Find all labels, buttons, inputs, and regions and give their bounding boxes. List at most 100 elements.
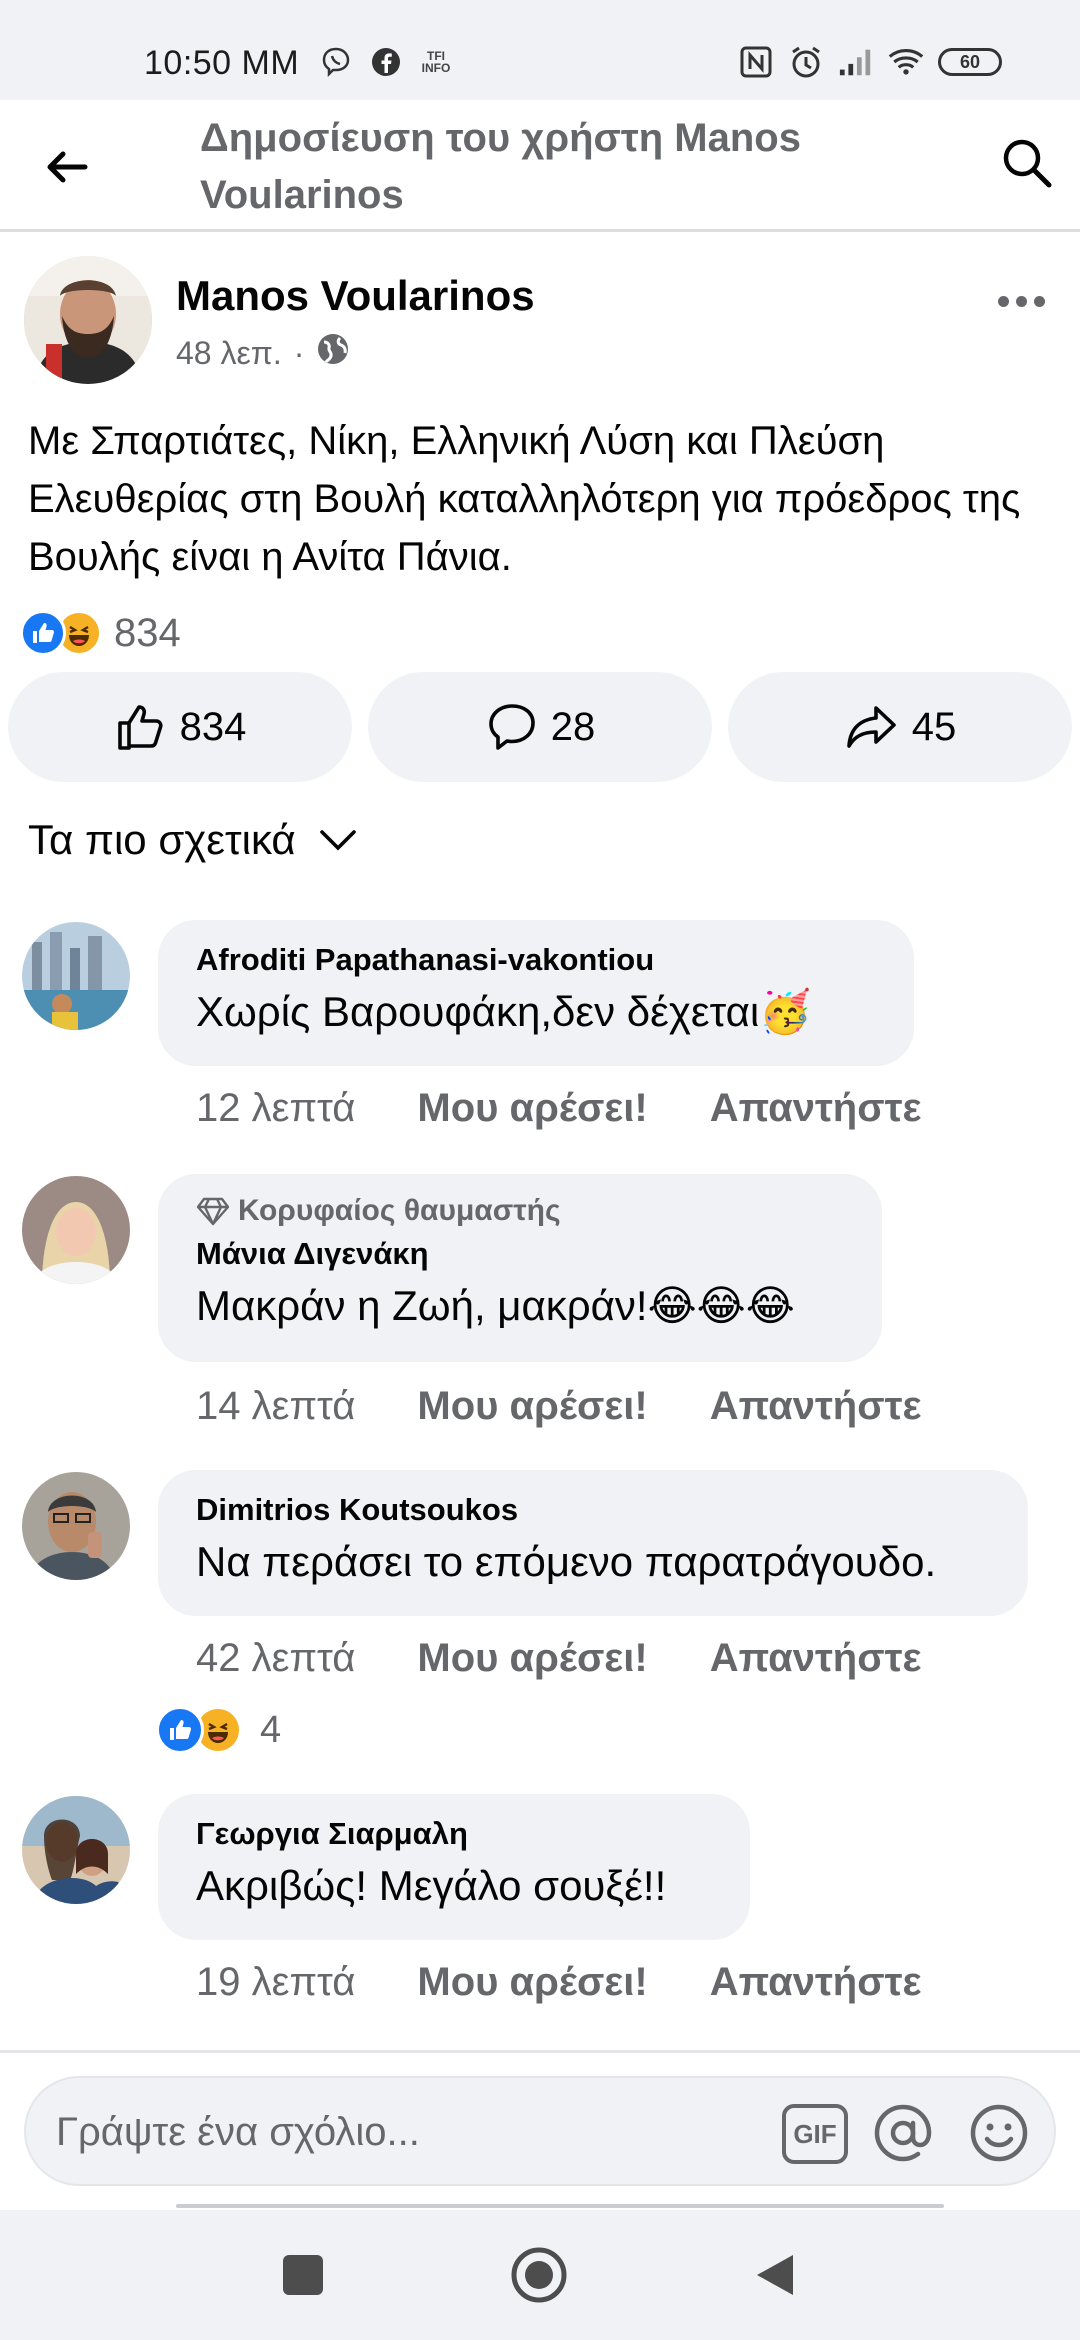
post-meta: 48 λεπ. ·	[176, 332, 350, 374]
post-time: 48 λεπ.	[176, 334, 282, 371]
share-count: 45	[911, 704, 957, 749]
home-circle-icon	[511, 2247, 567, 2303]
triangle-back-icon	[757, 2255, 793, 2295]
comment-icon	[488, 704, 535, 750]
gif-button[interactable]: GIF	[782, 2104, 848, 2164]
dot-icon	[1015, 295, 1027, 307]
like-count: 834	[179, 704, 247, 749]
chevron-down-icon	[319, 830, 356, 851]
page-title: Δημοσίευση του χρήστη Manos Voularinos	[200, 116, 801, 217]
comment-text: Ακριβώς! Μεγάλο σουξέ!!	[196, 1862, 667, 1909]
author-name[interactable]: Manos Voularinos	[176, 272, 535, 320]
smiley-icon	[970, 2104, 1028, 2162]
comment-bubble[interactable]: Κορυφαίος θαυμαστής Μάνια Διγενάκη Μακρά…	[158, 1174, 882, 1362]
tfi-info-icon: TFI INFO	[418, 44, 454, 80]
post-reactions-summary[interactable]: 834	[20, 610, 181, 656]
commenter-avatar[interactable]	[22, 1472, 130, 1580]
comment-actions: 12 λεπτά Μου αρέσει! Απαντήστε	[196, 1086, 921, 1131]
reaction-count: 834	[114, 610, 181, 655]
comment-time: 19 λεπτά	[196, 1960, 356, 2004]
commenter-avatar[interactable]	[22, 1176, 130, 1284]
comment-reply-button[interactable]: Απαντήστε	[710, 1384, 922, 1429]
post-text: Με Σπαρτιάτες, Νίκη, Ελληνική Λύση και Π…	[28, 419, 1021, 579]
commenter-name[interactable]: Afroditi Papathanasi-vakontiou	[196, 940, 876, 980]
comment-bubble[interactable]: Afroditi Papathanasi-vakontiou Χωρίς Βαρ…	[158, 920, 914, 1066]
comment-time: 14 λεπτά	[196, 1384, 356, 1428]
commenter-avatar[interactable]	[22, 1796, 130, 1904]
comment-actions: 19 λεπτά Μου αρέσει! Απαντήστε	[196, 1960, 921, 2005]
nfc-icon	[738, 44, 774, 80]
alarm-icon	[788, 44, 824, 80]
status-time: 10:50 MM	[144, 44, 300, 82]
comment-button[interactable]: 28	[368, 672, 712, 782]
diamond-icon	[196, 1197, 230, 1226]
comment-like-button[interactable]: Μου αρέσει!	[417, 1384, 647, 1429]
comment-like-button[interactable]: Μου αρέσει!	[417, 1960, 647, 2005]
comment-sort-dropdown[interactable]: Τα πιο σχετικά	[28, 816, 358, 864]
commenter-name[interactable]: Dimitrios Koutsoukos	[196, 1490, 990, 1530]
post-action-bar: 834 28 45	[8, 672, 1072, 782]
status-left-icons: TFI INFO	[318, 44, 454, 80]
comment-bubble[interactable]: Dimitrios Koutsoukos Να περάσει το επόμε…	[158, 1470, 1028, 1616]
comment-text: Μακράν η Ζωή, μακράν!😂😂😂	[196, 1282, 795, 1329]
meta-separator: ·	[293, 334, 305, 371]
dot-icon	[997, 295, 1009, 307]
composer-edge	[176, 2204, 944, 2208]
back-nav-button[interactable]	[742, 2242, 808, 2308]
comment-input[interactable]	[56, 2100, 776, 2164]
comment-count: 28	[550, 704, 596, 749]
sort-label: Τα πιο σχετικά	[28, 816, 296, 863]
thumbs-up-icon	[117, 705, 163, 750]
comment-reply-button[interactable]: Απαντήστε	[710, 1636, 922, 1681]
commenter-name[interactable]: Μάνια Διγενάκη	[196, 1234, 844, 1274]
comment-text: Χωρίς Βαρουφάκη,δεν δέχεται🥳	[196, 988, 812, 1035]
like-reaction-icon	[156, 1706, 204, 1754]
mention-button[interactable]	[870, 2100, 936, 2166]
comment-like-button[interactable]: Μου αρέσει!	[417, 1086, 647, 1131]
comment-bubble[interactable]: Γεωργια Σιαρμαλη Ακριβώς! Μεγάλο σουξέ!!	[158, 1794, 750, 1940]
app-header: Δημοσίευση του χρήστη Manos Voularinos	[0, 100, 1080, 232]
at-sign-icon	[874, 2104, 932, 2162]
status-bar: 10:50 MM TFI INFO 60	[0, 0, 1080, 100]
comment-reactions-summary[interactable]: 4	[156, 1706, 281, 1754]
commenter-name[interactable]: Γεωργια Σιαρμαλη	[196, 1814, 712, 1854]
badge-label: Κορυφαίος θαυμαστής	[238, 1194, 561, 1227]
comment-composer: GIF	[24, 2076, 1056, 2186]
comment-reaction-count: 4	[260, 1708, 282, 1751]
facebook-icon	[368, 44, 404, 80]
commenter-avatar[interactable]	[22, 922, 130, 1030]
comment-time: 42 λεπτά	[196, 1636, 356, 1680]
comment-like-button[interactable]: Μου αρέσει!	[417, 1636, 647, 1681]
share-icon	[846, 706, 896, 748]
system-nav-bar	[0, 2210, 1080, 2340]
battery-indicator: 60	[938, 48, 1002, 76]
search-button[interactable]	[994, 130, 1060, 196]
composer-divider	[0, 2050, 1080, 2053]
globe-icon	[316, 332, 350, 374]
tfi-info-label: TFI INFO	[421, 49, 451, 75]
square-icon	[283, 2255, 323, 2295]
back-button[interactable]	[36, 136, 98, 198]
comment-actions: 14 λεπτά Μου αρέσει! Απαντήστε	[196, 1384, 921, 1429]
arrow-left-icon	[47, 151, 88, 183]
comment-reply-button[interactable]: Απαντήστε	[710, 1960, 922, 2005]
signal-icon	[838, 44, 874, 80]
author-avatar[interactable]	[24, 256, 152, 384]
more-options-button[interactable]	[986, 276, 1056, 326]
dot-icon	[1033, 295, 1045, 307]
share-button[interactable]: 45	[728, 672, 1072, 782]
comment-text: Να περάσει το επόμενο παρατράγουδο.	[196, 1538, 937, 1585]
recents-button[interactable]	[270, 2242, 336, 2308]
wifi-icon	[888, 44, 924, 80]
comment-time: 12 λεπτά	[196, 1086, 356, 1130]
like-button[interactable]: 834	[8, 672, 352, 782]
comment-reply-button[interactable]: Απαντήστε	[710, 1086, 922, 1131]
status-right-icons: 60	[738, 44, 1002, 80]
like-reaction-icon	[20, 610, 66, 656]
top-fan-badge: Κορυφαίος θαυμαστής	[196, 1194, 844, 1228]
comment-actions: 42 λεπτά Μου αρέσει! Απαντήστε	[196, 1636, 921, 1681]
viber-icon	[318, 44, 354, 80]
emoji-button[interactable]	[966, 2100, 1032, 2166]
search-icon	[1003, 139, 1052, 188]
home-button[interactable]	[506, 2242, 572, 2308]
